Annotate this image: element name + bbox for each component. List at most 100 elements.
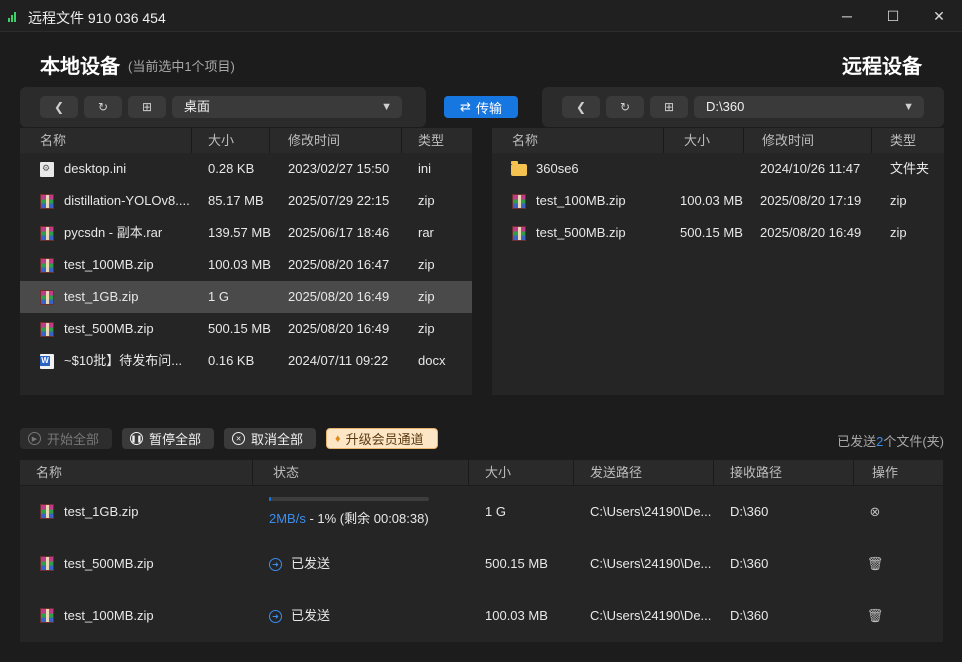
remote-path-value: D:\360 — [706, 99, 745, 114]
transfer-status: 已发送 — [291, 608, 331, 623]
transfer-status: 已发送 — [291, 556, 331, 571]
file-modified: 2025/08/20 16:49 — [760, 225, 862, 240]
file-name: 360se6 — [536, 161, 579, 176]
transfer-speed: 2MB/s — [269, 511, 306, 526]
file-row[interactable]: 360se6 2024/10/26 11:47 文件夹 — [492, 153, 944, 185]
column-name[interactable]: 名称 — [492, 128, 664, 153]
file-size: 85.17 MB — [208, 193, 264, 208]
transfer-progress-fill — [269, 497, 271, 501]
file-row[interactable]: test_100MB.zip 100.03 MB 2025/08/20 17:19 z… — [492, 185, 944, 217]
maximize-button[interactable]: ☐ — [870, 0, 916, 32]
file-type: zip — [418, 289, 435, 304]
sent-suffix: 个文件(夹) — [883, 434, 944, 449]
file-modified: 2025/06/17 18:46 — [288, 225, 390, 240]
refresh-icon: ↻ — [97, 100, 109, 114]
archive-icon — [40, 194, 54, 209]
local-refresh-button[interactable]: ↻ — [84, 96, 122, 118]
file-modified: 2025/08/20 16:47 — [288, 257, 390, 272]
file-row[interactable]: distillation-YOLOv8.... 85.17 MB 2025/07/2… — [20, 185, 472, 217]
transfer-size: 100.03 MB — [485, 608, 548, 623]
upgrade-label: 升级会员通道 — [345, 432, 424, 447]
file-size: 500.15 MB — [680, 225, 743, 240]
trash-icon[interactable]: 🗑 — [867, 556, 884, 571]
file-size — [680, 153, 750, 185]
cancel-circle-icon[interactable]: ⊗ — [868, 504, 882, 519]
file-row[interactable]: test_500MB.zip 500.15 MB 2025/08/20 16:49 z… — [492, 217, 944, 249]
column-status[interactable]: 状态 — [253, 460, 469, 485]
file-size: 500.15 MB — [208, 321, 271, 336]
column-size[interactable]: 大小 — [192, 128, 270, 153]
transfer-progress-bar — [269, 497, 429, 501]
pause-all-button[interactable]: ❚❚ 暂停全部 — [122, 428, 214, 449]
pause-circle-icon: ❚❚ — [130, 432, 143, 445]
cancel-all-button[interactable]: ✕ 取消全部 — [224, 428, 316, 449]
archive-icon — [40, 290, 54, 305]
file-name: test_1GB.zip — [64, 289, 139, 304]
archive-icon — [40, 504, 54, 519]
close-button[interactable]: ✕ — [916, 0, 962, 32]
transfer-name: test_500MB.zip — [64, 556, 154, 571]
transfer-row[interactable]: test_1GB.zip 1 G C:\Users\24190\De... D:\36… — [20, 486, 943, 538]
file-name: test_500MB.zip — [536, 225, 626, 240]
file-type: zip — [890, 225, 907, 240]
remote-table-header: 名称 大小 修改时间 类型 — [492, 128, 944, 153]
file-size: 1 G — [208, 289, 229, 304]
local-table-header: 名称 大小 修改时间 类型 — [20, 128, 472, 153]
trash-icon[interactable]: 🗑 — [867, 608, 884, 623]
file-row[interactable]: test_1GB.zip 1 G 2025/08/20 16:49 zip — [20, 281, 472, 313]
column-type[interactable]: 类型 — [872, 128, 944, 153]
file-size: 0.16 KB — [208, 353, 255, 368]
remote-path-select[interactable]: D:\360 ▼ — [694, 96, 924, 118]
transfer-row[interactable]: test_100MB.zip ➜ 已发送 100.03 MB C:\Users\2419… — [20, 590, 943, 642]
local-new-folder-button[interactable]: ⊞ — [128, 96, 166, 118]
archive-icon — [40, 226, 54, 241]
file-row[interactable]: test_500MB.zip 500.15 MB 2025/08/20 16:49 z… — [20, 313, 472, 345]
file-modified: 2025/07/29 22:15 — [288, 193, 390, 208]
local-back-button[interactable]: ❮ — [40, 96, 78, 118]
file-modified: 2023/02/27 15:50 — [288, 161, 390, 176]
column-name[interactable]: 名称 — [20, 460, 253, 485]
local-path-select[interactable]: 桌面 ▼ — [172, 96, 402, 118]
transfer-size: 500.15 MB — [485, 556, 548, 571]
file-row[interactable]: ~$10批】待发布问... 0.16 KB 2024/07/11 09:22 docx — [20, 345, 472, 377]
column-size[interactable]: 大小 — [469, 460, 574, 485]
chevron-down-icon: ▼ — [381, 101, 392, 113]
file-modified: 2024/07/11 09:22 — [288, 353, 389, 368]
swap-arrows-icon: ⇄ — [460, 99, 471, 114]
sent-arrow-icon: ➜ — [269, 610, 282, 623]
file-name: test_100MB.zip — [64, 257, 154, 272]
refresh-icon: ↻ — [619, 100, 631, 114]
file-row[interactable]: desktop.ini 0.28 KB 2023/02/27 15:50 ini — [20, 153, 472, 185]
column-type[interactable]: 类型 — [402, 128, 472, 153]
column-size[interactable]: 大小 — [664, 128, 744, 153]
cancel-all-label: 取消全部 — [251, 432, 304, 447]
file-row[interactable]: test_100MB.zip 100.03 MB 2025/08/20 16:47 z… — [20, 249, 472, 281]
transfer-button[interactable]: ⇄ 传输 — [444, 96, 518, 118]
file-type: 文件夹 — [890, 161, 930, 176]
file-size: 0.28 KB — [208, 161, 255, 176]
transfer-row[interactable]: test_500MB.zip ➜ 已发送 500.15 MB C:\Users\2419… — [20, 538, 943, 590]
selection-hint: (当前选中1个项目) — [128, 59, 235, 74]
archive-icon — [40, 258, 54, 273]
column-target-path[interactable]: 接收路径 — [714, 460, 854, 485]
file-size: 100.03 MB — [208, 257, 271, 272]
remote-new-folder-button[interactable]: ⊞ — [650, 96, 688, 118]
column-modified[interactable]: 修改时间 — [744, 128, 872, 153]
column-modified[interactable]: 修改时间 — [270, 128, 402, 153]
local-device-heading: 本地设备 — [40, 56, 120, 78]
file-type: rar — [418, 225, 434, 240]
transfer-name: test_1GB.zip — [64, 504, 139, 519]
column-actions[interactable]: 操作 — [854, 460, 943, 485]
remote-back-button[interactable]: ❮ — [562, 96, 600, 118]
transfer-name: test_100MB.zip — [64, 608, 154, 623]
file-type: zip — [418, 193, 435, 208]
column-name[interactable]: 名称 — [20, 128, 192, 153]
pause-all-label: 暂停全部 — [149, 432, 202, 447]
file-row[interactable]: pycsdn - 副本.rar 139.57 MB 2025/06/17 18:46… — [20, 217, 472, 249]
minimize-button[interactable]: ─ — [824, 0, 870, 32]
upgrade-vip-button[interactable]: ♦ 升级会员通道 — [326, 428, 438, 449]
play-circle-icon: ▶ — [28, 432, 41, 445]
remote-refresh-button[interactable]: ↻ — [606, 96, 644, 118]
start-all-button[interactable]: ▶ 开始全部 — [20, 428, 112, 449]
column-source-path[interactable]: 发送路径 — [574, 460, 714, 485]
